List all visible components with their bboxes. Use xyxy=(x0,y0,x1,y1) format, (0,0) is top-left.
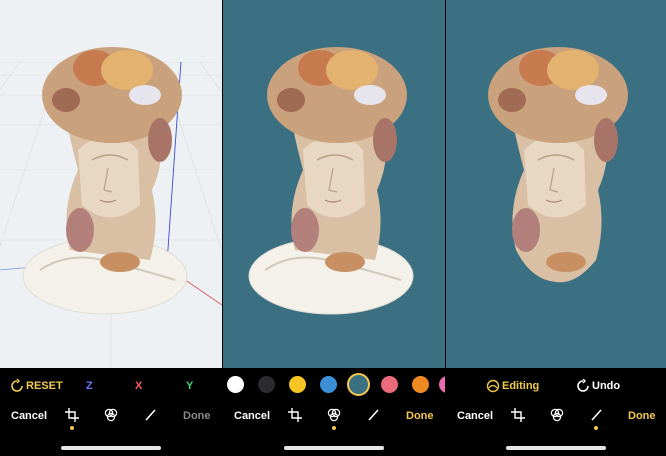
bust-preview xyxy=(248,47,414,315)
bottom-toolbar: Cancel Done xyxy=(0,403,222,430)
reset-button[interactable]: RESET xyxy=(26,380,63,392)
editing-panel: Editing Undo Cancel Done xyxy=(446,0,666,456)
swatch-blue[interactable] xyxy=(320,376,337,393)
active-tool-indicator xyxy=(332,426,336,430)
color-circles-icon[interactable] xyxy=(327,408,341,422)
undo-button[interactable]: Undo xyxy=(592,380,620,392)
done-button[interactable]: Done xyxy=(406,410,434,422)
swatch-teal-selected[interactable] xyxy=(347,373,370,396)
home-indicator[interactable] xyxy=(284,446,384,450)
axis-y-button[interactable]: Y xyxy=(186,380,193,392)
rotate-icon[interactable] xyxy=(10,378,24,393)
background-color-panel: Cancel Done xyxy=(223,0,445,456)
crop-icon[interactable] xyxy=(65,408,79,422)
cancel-button[interactable]: Cancel xyxy=(457,410,493,422)
active-tool-indicator xyxy=(594,426,598,430)
swatch-yellow[interactable] xyxy=(289,376,306,393)
active-tool-indicator xyxy=(70,426,74,430)
viewport-3d[interactable] xyxy=(0,0,222,368)
color-circles-icon[interactable] xyxy=(550,408,564,422)
cancel-button[interactable]: Cancel xyxy=(11,410,47,422)
brush-icon[interactable] xyxy=(589,408,603,422)
swatch-orange[interactable] xyxy=(412,376,429,393)
preview-canvas[interactable] xyxy=(223,0,445,368)
scene-3d xyxy=(0,47,222,368)
crop-icon[interactable] xyxy=(511,408,525,422)
done-button[interactable]: Done xyxy=(628,410,656,422)
home-indicator[interactable] xyxy=(506,446,606,450)
bottom-toolbar: Cancel Done xyxy=(446,403,666,430)
done-button[interactable]: Done xyxy=(183,410,211,422)
home-indicator[interactable] xyxy=(61,446,161,450)
brush-icon[interactable] xyxy=(143,408,157,422)
swatch-black[interactable] xyxy=(258,376,275,393)
preview-canvas[interactable] xyxy=(446,0,666,368)
editing-toggle[interactable]: Editing xyxy=(502,380,539,392)
transform-panel: RESET Z X Y Cancel Done xyxy=(0,0,222,456)
swatch-pink[interactable] xyxy=(381,376,398,393)
axis-toolbar: RESET Z X Y xyxy=(0,370,222,400)
cancel-button[interactable]: Cancel xyxy=(234,410,270,422)
edit-mode-toolbar: Editing Undo xyxy=(446,370,666,400)
brush-icon[interactable] xyxy=(366,408,380,422)
swatch-white[interactable] xyxy=(227,376,244,393)
editing-icon[interactable] xyxy=(486,379,500,393)
axis-x-button[interactable]: X xyxy=(135,380,142,392)
swatch-partial[interactable] xyxy=(439,376,445,393)
color-circles-icon[interactable] xyxy=(104,408,118,422)
bust-preview xyxy=(488,47,628,283)
crop-icon[interactable] xyxy=(288,408,302,422)
bottom-toolbar: Cancel Done xyxy=(223,403,445,430)
axis-z-button[interactable]: Z xyxy=(86,380,93,392)
undo-icon[interactable] xyxy=(576,378,590,393)
